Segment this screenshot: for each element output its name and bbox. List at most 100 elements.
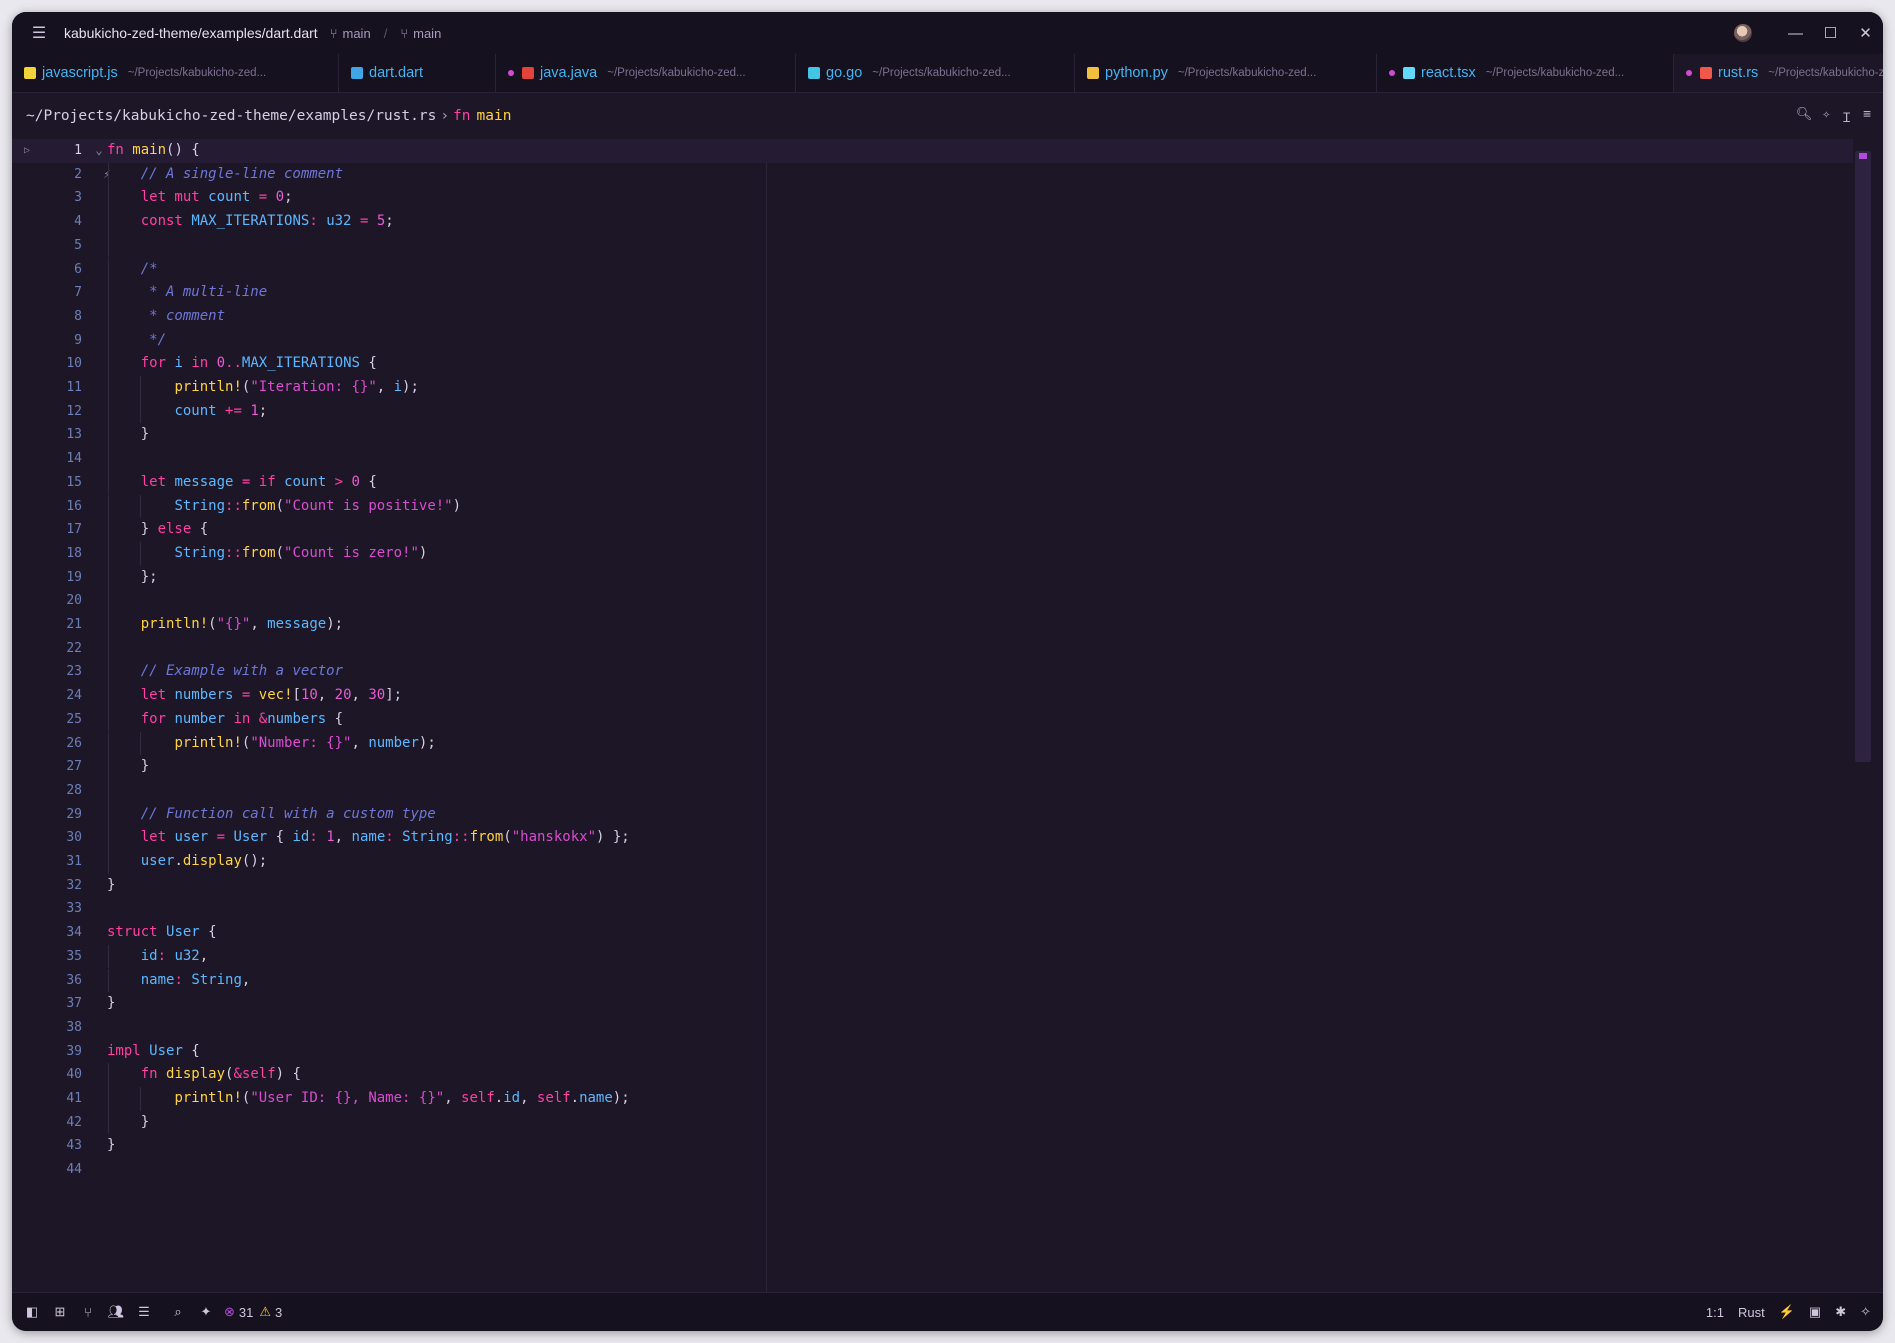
code-line[interactable]: 36 name: String, — [12, 968, 1853, 993]
panel-toggle-icon[interactable]: ◧ — [18, 1304, 46, 1320]
code-line[interactable]: 44 — [12, 1158, 1853, 1182]
search-icon[interactable]: 🔍︎ — [1796, 107, 1813, 126]
tab-javascript-js[interactable]: javascript.js ~/Projects/kabukicho-zed... — [12, 54, 339, 92]
git-icon[interactable]: ⑂ — [74, 1305, 102, 1320]
inline-completion-icon[interactable]: ⚡ — [1779, 1304, 1795, 1320]
code-token: , — [351, 687, 369, 704]
code-line[interactable]: 6 /* — [12, 257, 1853, 282]
breadcrumb-path[interactable]: ~/Projects/kabukicho-zed-theme/examples/… — [26, 108, 436, 124]
code-token: vec! — [258, 687, 293, 704]
outline-icon[interactable]: ☰ — [130, 1304, 158, 1320]
code-line[interactable]: 34 struct User { — [12, 921, 1853, 945]
code-token: ; — [258, 402, 268, 419]
tab-go-go[interactable]: go.go ~/Projects/kabukicho-zed... — [796, 54, 1075, 92]
code-line[interactable]: 17 } else { — [12, 518, 1853, 542]
code-line[interactable]: 42 } — [12, 1110, 1853, 1135]
fold-chevron-icon[interactable]: ⌄ — [92, 139, 106, 163]
tab-java-java[interactable]: java.java ~/Projects/kabukicho-zed... — [496, 54, 796, 92]
code-line[interactable]: 5 — [12, 233, 1853, 258]
search-icon[interactable]: ⌕ — [164, 1304, 192, 1320]
code-line[interactable]: 10 for i in 0..MAX_ITERATIONS { — [12, 352, 1853, 376]
code-text: let mut count = 0; — [107, 186, 293, 210]
code-line[interactable]: 31 user.display(); — [12, 850, 1853, 874]
scrollbar[interactable] — [1855, 151, 1871, 762]
code-line[interactable]: 27 } — [12, 755, 1853, 779]
code-line[interactable]: 35 id: u32, — [12, 944, 1853, 969]
code-line[interactable]: 40 fn display(&self) { — [12, 1063, 1853, 1087]
close-icon[interactable]: ✕ — [1848, 24, 1883, 42]
code-line[interactable]: ⚡2 // A single-line comment — [12, 162, 1853, 187]
collab-icon[interactable]: 👥︎ — [102, 1304, 130, 1320]
code-token: : — [309, 829, 318, 846]
code-line[interactable]: 14 — [12, 447, 1853, 471]
line-number: 33 — [66, 901, 82, 917]
code-text: impl User { — [107, 1040, 200, 1064]
cursor-icon[interactable]: Ｉ — [1840, 107, 1853, 126]
code-line[interactable]: 21 println!("{}", message); — [12, 613, 1853, 637]
debug-icon[interactable]: ✱ — [1835, 1304, 1846, 1320]
code-line[interactable]: 4 const MAX_ITERATIONS: u32 = 5; — [12, 210, 1853, 234]
code-line[interactable]: 32} — [12, 874, 1853, 898]
code-line[interactable]: 16 String::from("Count is positive!") — [12, 494, 1853, 519]
code-line[interactable]: 26 println!("Number: {}", number); — [12, 731, 1853, 756]
branch-indicator[interactable]: ⑂ main / ⑂ main — [330, 26, 442, 41]
code-text: count += 1; — [107, 400, 267, 424]
code-line[interactable]: 13 } — [12, 423, 1853, 448]
code-line[interactable]: 24 let numbers = vec![10, 20, 30]; — [12, 684, 1853, 708]
breadcrumb-symbol-keyword[interactable]: fn — [453, 108, 470, 124]
code-line[interactable]: 9 */ — [12, 328, 1853, 353]
code-line[interactable]: 30 let user = User { id: 1, name: String… — [12, 826, 1853, 850]
code-token: "Number: {}" — [250, 734, 352, 751]
sparkle-icon[interactable]: ✧ — [1822, 107, 1830, 126]
code-line[interactable]: 41 println!("User ID: {}, Name: {}", sel… — [12, 1087, 1853, 1111]
tab-rust-rs[interactable]: rust.rs ~/Projects/kabukicho-zed... — [1674, 54, 1883, 92]
code-line[interactable]: 39 impl User { — [12, 1040, 1853, 1064]
minimize-icon[interactable]: — — [1778, 25, 1813, 42]
code-line[interactable]: 33 — [12, 897, 1853, 921]
project-tree-icon[interactable]: ⊞ — [46, 1304, 74, 1320]
code-line[interactable]: 18 String::from("Count is zero!") — [12, 541, 1853, 566]
code-line[interactable]: 29 // Function call with a custom type — [12, 802, 1853, 827]
cursor-position[interactable]: 1:1 — [1706, 1305, 1724, 1320]
code-line[interactable]: 20 — [12, 589, 1853, 613]
code-line[interactable]: 28 — [12, 778, 1853, 803]
language-selector[interactable]: Rust — [1738, 1305, 1765, 1320]
project-path[interactable]: kabukicho-zed-theme/examples/dart.dart — [64, 25, 318, 41]
tab-path: ~/Projects/kabukicho-zed... — [1768, 67, 1883, 79]
settings-sliders-icon[interactable]: ≡ — [1863, 107, 1871, 126]
code-line[interactable]: 3 let mut count = 0; — [12, 186, 1853, 211]
code-line[interactable]: 19 }; — [12, 565, 1853, 590]
ai-assistant-icon[interactable]: ✦ — [192, 1304, 220, 1320]
assistant-icon[interactable]: ✧ — [1860, 1304, 1871, 1320]
code-line[interactable]: 23 // Example with a vector — [12, 660, 1853, 685]
breadcrumb-symbol-name[interactable]: main — [477, 108, 512, 124]
code-line[interactable]: 8 * comment — [12, 304, 1853, 329]
code-line[interactable]: ▷ ⌄ 1 fn main() { — [12, 139, 1853, 163]
menu-icon[interactable]: ☰ — [28, 23, 50, 43]
code-editor[interactable]: ▷⌄1fn main() {⚡2 // A single-line commen… — [12, 139, 1883, 1293]
code-line[interactable]: 43} — [12, 1134, 1853, 1158]
tab-python-py[interactable]: python.py ~/Projects/kabukicho-zed... — [1075, 54, 1377, 92]
code-line[interactable]: 38 — [12, 1016, 1853, 1040]
line-number: 11 — [66, 380, 82, 395]
code-token: /* — [140, 260, 158, 277]
java-icon — [522, 67, 534, 79]
code-line[interactable]: 15 let message = if count > 0 { — [12, 470, 1853, 495]
diagnostics[interactable]: ⊗ 31 ⚠ 3 — [220, 1304, 282, 1320]
tab-dart-dart[interactable]: dart.dart — [339, 54, 496, 92]
terminal-icon[interactable]: ▣ — [1809, 1304, 1821, 1320]
code-line[interactable]: 37} — [12, 992, 1853, 1016]
code-token: "User ID: {}, Name: {}" — [250, 1090, 445, 1106]
code-line[interactable]: 7 * A multi-line — [12, 281, 1853, 305]
code-line[interactable]: 11 println!("Iteration: {}", i); — [12, 376, 1853, 400]
code-line[interactable]: 22 — [12, 636, 1853, 661]
code-line[interactable]: 25 for number in &numbers { — [12, 707, 1853, 732]
maximize-icon[interactable]: ☐ — [1813, 24, 1848, 42]
code-token: "Iteration: {}" — [250, 379, 377, 395]
avatar[interactable] — [1734, 24, 1752, 42]
code-line[interactable]: 12 count += 1; — [12, 399, 1853, 424]
code-token: ; — [385, 213, 394, 230]
tab-react-tsx[interactable]: react.tsx ~/Projects/kabukicho-zed... — [1377, 54, 1674, 92]
